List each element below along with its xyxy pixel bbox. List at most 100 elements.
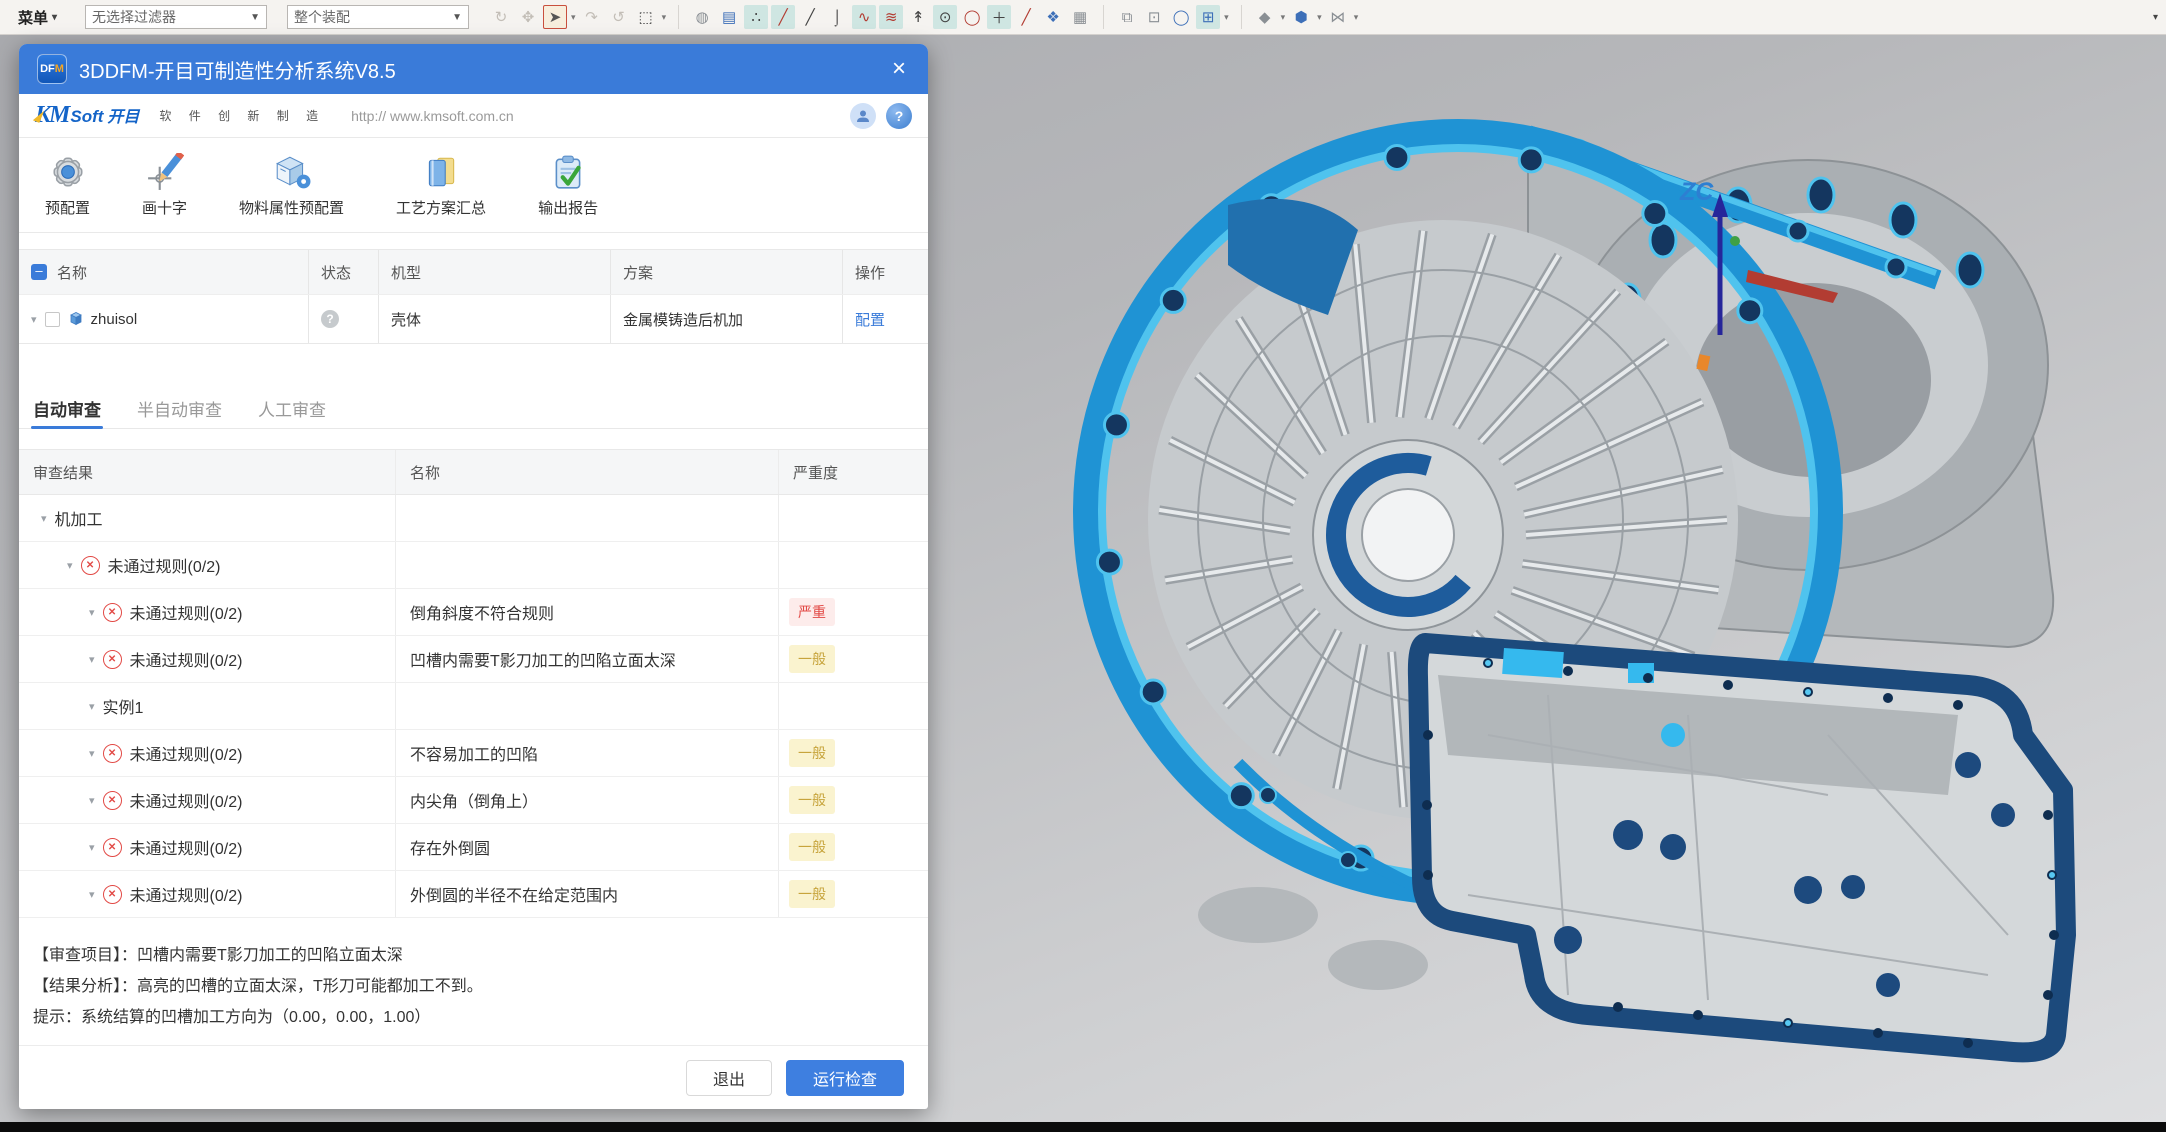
rule-name: 内尖角（倒角上）: [410, 788, 538, 812]
rule-name: 凹槽内需要T影刀加工的凹陷立面太深: [410, 647, 676, 671]
spline-icon[interactable]: ∿: [852, 5, 876, 29]
orbit-icon[interactable]: ↻: [489, 5, 513, 29]
tab-semi-auto-review[interactable]: 半自动审查: [137, 388, 222, 428]
fit-curve-icon[interactable]: ≋: [879, 5, 903, 29]
expand-caret-icon[interactable]: ▾: [89, 794, 95, 807]
expand-caret-icon[interactable]: ▾: [89, 606, 95, 619]
preconfig-button[interactable]: 预配置: [45, 153, 90, 218]
user-icon[interactable]: [850, 103, 876, 129]
line-icon[interactable]: ╱: [771, 5, 795, 29]
tree-node-label: 未通过规则(0/2): [130, 835, 243, 859]
action-label: 输出报告: [538, 197, 598, 218]
pan-icon[interactable]: ✥: [516, 5, 540, 29]
part-name: zhuisol: [91, 311, 138, 328]
machine-type-value: 壳体: [379, 295, 611, 343]
tab-manual-review[interactable]: 人工审查: [258, 388, 326, 428]
result-tree-row[interactable]: ▾机加工: [19, 495, 928, 542]
help-icon[interactable]: ?: [886, 103, 912, 129]
chevron-down-icon: ▼: [452, 12, 462, 23]
grid-window-icon[interactable]: ⊞: [1196, 5, 1220, 29]
result-tree-row[interactable]: ▾✕未通过规则(0/2)倒角斜度不符合规则严重: [19, 589, 928, 636]
menu-button[interactable]: 菜单 ▾: [10, 7, 65, 28]
line-angled-icon[interactable]: ╱: [1014, 5, 1038, 29]
expand-caret-icon[interactable]: ▾: [89, 653, 95, 666]
spin-view-icon[interactable]: ↺: [607, 5, 631, 29]
point-icon[interactable]: ＋: [987, 5, 1011, 29]
sheet-icon[interactable]: ▤: [717, 5, 741, 29]
chevron-down-icon: ▼: [250, 12, 260, 23]
draw-cross-button[interactable]: 画十字: [142, 153, 187, 218]
selection-scope-dropdown[interactable]: 整个装配 ▼: [287, 5, 469, 29]
material-preconfig-button[interactable]: 物料属性预配置: [239, 153, 344, 218]
toolbar-separator: [1241, 5, 1242, 29]
rule-failed-icon: ✕: [103, 744, 122, 763]
ellipse-tool-icon[interactable]: ◯: [1169, 5, 1193, 29]
window-export-icon[interactable]: ⊡: [1142, 5, 1166, 29]
exit-button[interactable]: 退出: [686, 1060, 772, 1096]
detail-hint: 提示：系统结算的凹槽加工方向为（0.00，0.00，1.00）: [33, 1002, 914, 1033]
result-tree-row[interactable]: ▾✕未通过规则(0/2): [19, 542, 928, 589]
detail-review-item: 【审查项目】：凹槽内需要T影刀加工的凹陷立面太深: [33, 940, 914, 971]
toolbar-icon-strip: ↻✥➤▾↷↺⬚▾◍▤∴╱╱⌡∿≋↟⊙◯＋╱❖▦⧉⊡◯⊞▾◆▾⬢▾⋈▾: [489, 5, 1359, 29]
solid-icon[interactable]: ⬢: [1289, 5, 1313, 29]
snap-point-icon[interactable]: ➤: [543, 5, 567, 29]
menu-label: 菜单: [18, 7, 48, 28]
chevron-down-icon[interactable]: ▾: [662, 12, 667, 23]
select-rect-icon[interactable]: ⬚: [634, 5, 658, 29]
mesh-icon[interactable]: ▦: [1068, 5, 1092, 29]
rule-name: 存在外倒圆: [410, 835, 490, 859]
chevron-down-icon[interactable]: ▾: [571, 12, 576, 23]
chevron-down-icon[interactable]: ▾: [1317, 12, 1322, 23]
datum-axis-icon[interactable]: ↟: [906, 5, 930, 29]
output-report-button[interactable]: 输出报告: [538, 153, 598, 218]
process-summary-button[interactable]: 工艺方案汇总: [396, 153, 486, 218]
dfm-logo-icon: DFM: [37, 54, 67, 84]
window-capture-icon[interactable]: ⧉: [1115, 5, 1139, 29]
expand-caret-icon[interactable]: ▾: [89, 841, 95, 854]
expand-caret-icon[interactable]: ▾: [67, 559, 73, 572]
select-all-checkbox[interactable]: –: [31, 264, 47, 280]
expand-caret-icon[interactable]: ▾: [89, 747, 95, 760]
sphere-icon[interactable]: ◍: [690, 5, 714, 29]
expand-caret-icon[interactable]: ▾: [89, 888, 95, 901]
expand-caret-icon[interactable]: ▾: [89, 700, 95, 713]
close-icon[interactable]: ×: [888, 55, 910, 83]
process-folder-icon: [422, 153, 460, 191]
measure-icon[interactable]: ⋈: [1326, 5, 1350, 29]
row-checkbox[interactable]: [45, 312, 60, 327]
sketch-line-icon[interactable]: ╱: [798, 5, 822, 29]
chevron-down-icon[interactable]: ▾: [1281, 12, 1286, 23]
model-3d-view[interactable]: ZC: [928, 35, 2166, 1122]
circle-icon[interactable]: ⊙: [933, 5, 957, 29]
tab-auto-review[interactable]: 自动审查: [33, 388, 101, 428]
result-tree-row[interactable]: ▾✕未通过规则(0/2)内尖角（倒角上）一般: [19, 777, 928, 824]
assembly-table: – 名称 状态 机型 方案 操作 ▾ zhuisol: [19, 249, 928, 344]
configure-link[interactable]: 配置: [855, 309, 885, 330]
expand-caret-icon[interactable]: ▾: [41, 512, 47, 525]
severity-badge: 一般: [789, 833, 835, 861]
ellipse-icon[interactable]: ◯: [960, 5, 984, 29]
review-tabs: 自动审查半自动审查人工审查: [19, 388, 928, 429]
assembly-row[interactable]: ▾ zhuisol ? 壳体 金属模铸造后机加 配置: [19, 294, 928, 344]
result-tree-row[interactable]: ▾✕未通过规则(0/2)存在外倒圆一般: [19, 824, 928, 871]
face-icon[interactable]: ❖: [1041, 5, 1065, 29]
run-check-button[interactable]: 运行检查: [786, 1060, 904, 1096]
selection-scope-value: 整个装配: [294, 7, 350, 27]
rule-failed-icon: ✕: [103, 603, 122, 622]
rotate-view-icon[interactable]: ↷: [580, 5, 604, 29]
chevron-down-icon[interactable]: ▾: [1224, 12, 1229, 23]
dialog-titlebar[interactable]: DFM 3DDFM-开目可制造性分析系统V8.5 ×: [19, 44, 928, 94]
point-set-icon[interactable]: ∴: [744, 5, 768, 29]
part-icon[interactable]: ◆: [1253, 5, 1277, 29]
result-tree-row[interactable]: ▾实例1: [19, 683, 928, 730]
result-tree-row[interactable]: ▾✕未通过规则(0/2)外倒圆的半径不在给定范围内一般: [19, 871, 928, 918]
rule-name: 不容易加工的凹陷: [410, 741, 538, 765]
toolbar-overflow-icon[interactable]: ▾: [2153, 12, 2158, 23]
result-tree-row[interactable]: ▾✕未通过规则(0/2)不容易加工的凹陷一般: [19, 730, 928, 777]
chevron-down-icon[interactable]: ▾: [1354, 12, 1359, 23]
expand-caret-icon[interactable]: ▾: [31, 313, 37, 326]
selection-filter-dropdown[interactable]: 无选择过滤器 ▼: [85, 5, 267, 29]
result-tree-row[interactable]: ▾✕未通过规则(0/2)凹槽内需要T影刀加工的凹陷立面太深一般: [19, 636, 928, 683]
col-machine-type: 机型: [379, 250, 611, 294]
curve-hook-icon[interactable]: ⌡: [825, 5, 849, 29]
